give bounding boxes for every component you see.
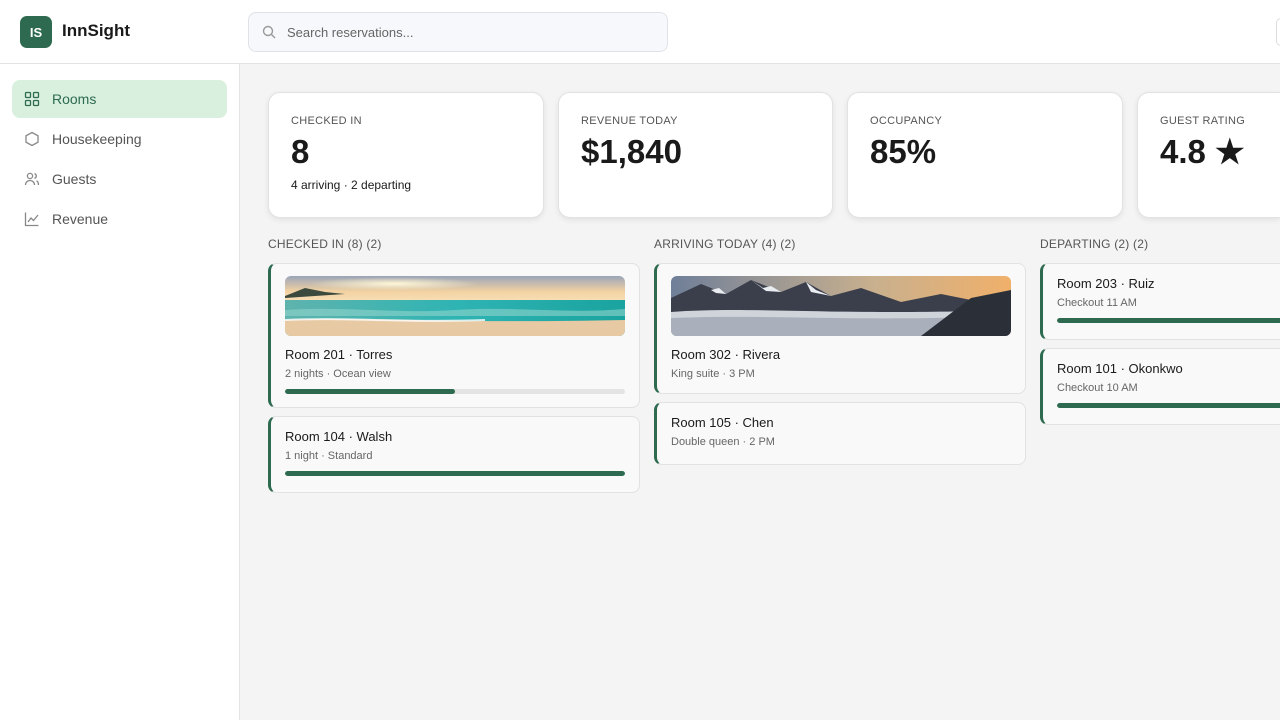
sidebar-item-guests[interactable]: Guests bbox=[12, 160, 227, 198]
column-title-departing: DEPARTING (2) (2) bbox=[1040, 237, 1149, 251]
header-action-button[interactable] bbox=[1276, 18, 1280, 46]
stay-progress-bar bbox=[285, 389, 625, 394]
column-title-checked-in: CHECKED IN (8) (2) bbox=[268, 237, 382, 251]
sidebar-item-housekeeping[interactable]: Housekeeping bbox=[12, 120, 227, 158]
sidebar-item-label: Revenue bbox=[52, 211, 109, 227]
app-logo[interactable]: IS bbox=[20, 16, 52, 48]
reservation-card-room-104[interactable]: Room 104 · Walsh 1 night · Standard bbox=[268, 416, 640, 493]
sidebar-item-revenue[interactable]: Revenue bbox=[12, 200, 227, 238]
card-subtitle: Checkout 11 AM bbox=[1057, 297, 1137, 309]
progress-fill bbox=[1057, 403, 1280, 408]
app-name: InnSight bbox=[62, 21, 130, 40]
stat-label: REVENUE TODAY bbox=[581, 115, 678, 127]
stat-value: 4.8 ★ bbox=[1160, 133, 1245, 170]
progress-fill bbox=[1057, 318, 1280, 323]
stat-value: $1,840 bbox=[581, 133, 682, 170]
card-title: Room 101 · Okonkwo bbox=[1057, 361, 1183, 376]
card-subtitle: Checkout 10 AM bbox=[1057, 382, 1138, 394]
sidebar-item-label: Housekeeping bbox=[52, 131, 142, 147]
card-title: Room 105 · Chen bbox=[671, 415, 774, 430]
stat-label: CHECKED IN bbox=[291, 115, 362, 127]
sidebar-item-rooms[interactable]: Rooms bbox=[12, 80, 227, 118]
card-subtitle: Double queen · 2 PM bbox=[671, 436, 775, 448]
users-icon bbox=[24, 171, 40, 187]
grid-icon bbox=[24, 91, 40, 107]
hexagon-icon bbox=[24, 131, 40, 147]
reservation-card-room-101[interactable]: Room 101 · Okonkwo Checkout 10 AM bbox=[1040, 348, 1280, 425]
card-title: Room 302 · Rivera bbox=[671, 347, 781, 362]
reservation-card-room-105[interactable]: Room 105 · Chen Double queen · 2 PM bbox=[654, 402, 1026, 465]
stat-card-revenue-today: REVENUE TODAY $1,840 bbox=[558, 92, 833, 218]
card-subtitle: 2 nights · Ocean view bbox=[285, 368, 391, 380]
stay-progress-bar bbox=[285, 471, 625, 476]
stat-value: 85% bbox=[870, 133, 937, 170]
sidebar-item-label: Rooms bbox=[52, 91, 97, 107]
card-subtitle: 1 night · Standard bbox=[285, 450, 373, 462]
card-subtitle: King suite · 3 PM bbox=[671, 368, 755, 380]
card-title: Room 203 · Ruiz bbox=[1057, 276, 1155, 291]
search-icon bbox=[262, 25, 276, 39]
line-chart-icon bbox=[24, 211, 40, 227]
progress-fill bbox=[285, 471, 625, 476]
stay-progress-bar bbox=[1057, 318, 1280, 323]
progress-fill bbox=[285, 389, 455, 394]
stat-card-guest-rating: GUEST RATING 4.8 ★ bbox=[1137, 92, 1280, 218]
stat-card-occupancy: OCCUPANCY 85% bbox=[847, 92, 1123, 218]
reservation-card-room-302[interactable]: Room 302 · Rivera King suite · 3 PM bbox=[654, 263, 1026, 394]
card-title: Room 104 · Walsh bbox=[285, 429, 393, 444]
search-input[interactable] bbox=[287, 13, 657, 51]
mountain-range-photo bbox=[671, 276, 1011, 336]
card-title: Room 201 · Torres bbox=[285, 347, 393, 362]
stay-progress-bar bbox=[1057, 403, 1280, 408]
column-title-arriving-today: ARRIVING TODAY (4) (2) bbox=[654, 237, 796, 251]
stat-card-checked-in: CHECKED IN 8 4 arriving · 2 departing bbox=[268, 92, 544, 218]
reservation-card-room-201[interactable]: Room 201 · Torres 2 nights · Ocean view bbox=[268, 263, 640, 408]
stat-label: GUEST RATING bbox=[1160, 115, 1246, 127]
top-header: IS InnSight bbox=[0, 0, 1280, 64]
stat-label: OCCUPANCY bbox=[870, 115, 943, 127]
stat-subtext: 4 arriving · 2 departing bbox=[291, 177, 412, 192]
sidebar-item-label: Guests bbox=[52, 171, 97, 187]
reservation-card-room-203[interactable]: Room 203 · Ruiz Checkout 11 AM bbox=[1040, 263, 1280, 340]
stat-value: 8 bbox=[291, 133, 310, 170]
ocean-beach-photo bbox=[285, 276, 625, 336]
search-box[interactable] bbox=[248, 12, 668, 52]
sidebar: Rooms Housekeeping Guests Revenue bbox=[0, 64, 240, 720]
